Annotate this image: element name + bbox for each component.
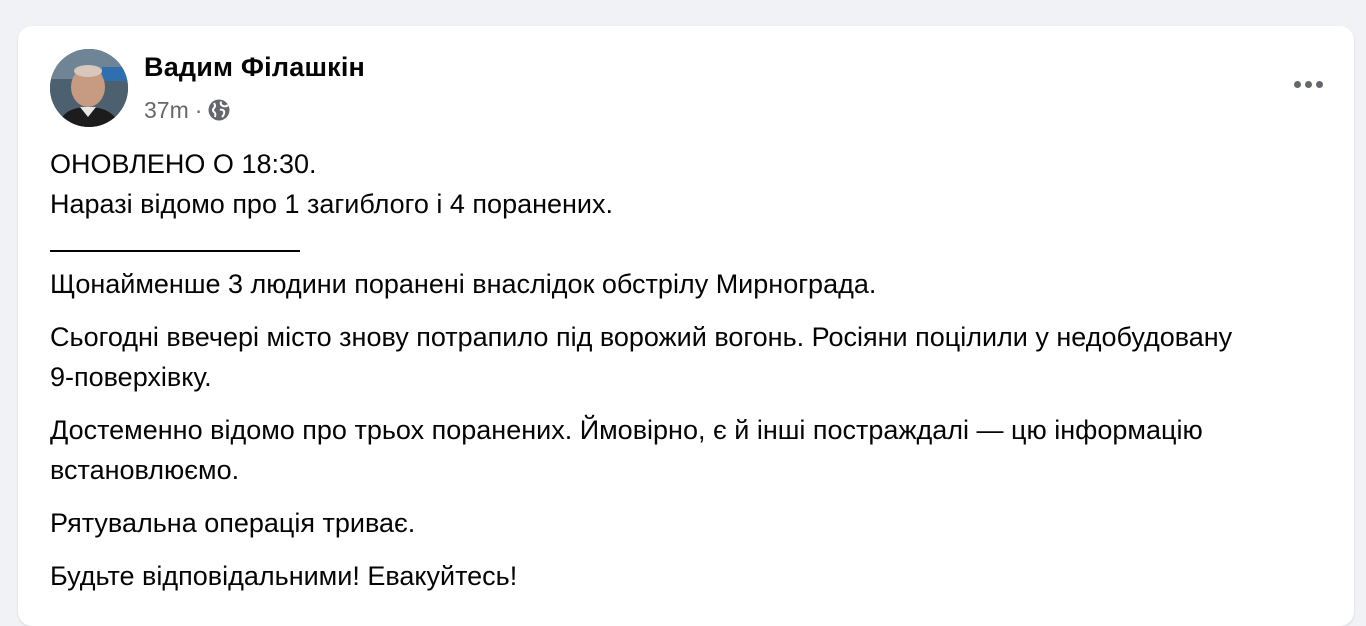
text-divider bbox=[50, 224, 1250, 264]
globe-icon bbox=[208, 99, 230, 121]
avatar-photo bbox=[50, 49, 128, 127]
post-timestamp[interactable]: 37m bbox=[144, 97, 189, 124]
post-meta: 37m · bbox=[144, 95, 231, 125]
post-paragraph: Наразі відомо про 1 загиблого і 4 поране… bbox=[50, 189, 614, 219]
meta-separator: · bbox=[194, 96, 203, 123]
author-name[interactable]: Вадим Філашкін bbox=[144, 52, 365, 83]
post-paragraph: Щонайменше 3 людини поранені внаслідок о… bbox=[50, 269, 877, 299]
more-options-button[interactable] bbox=[1284, 66, 1332, 102]
post-paragraph: Сьогодні ввечері місто знову потрапило п… bbox=[50, 322, 1233, 392]
post-text: ОНОВЛЕНО О 18:30. Наразі відомо про 1 за… bbox=[50, 144, 1250, 596]
more-options-icon bbox=[1293, 80, 1301, 88]
author-avatar[interactable] bbox=[50, 49, 128, 127]
post-card: Вадим Філашкін 37m · ОНОВЛЕНО О 18:30. Н… bbox=[18, 26, 1354, 626]
post-paragraph: Рятувальна операція триває. bbox=[50, 508, 416, 538]
post-paragraph: ОНОВЛЕНО О 18:30. bbox=[50, 149, 317, 179]
post-paragraph: Будьте відповідальними! Евакуйтесь! bbox=[50, 561, 518, 591]
post-paragraph: Достеменно відомо про трьох поранених. Й… bbox=[50, 415, 1203, 485]
